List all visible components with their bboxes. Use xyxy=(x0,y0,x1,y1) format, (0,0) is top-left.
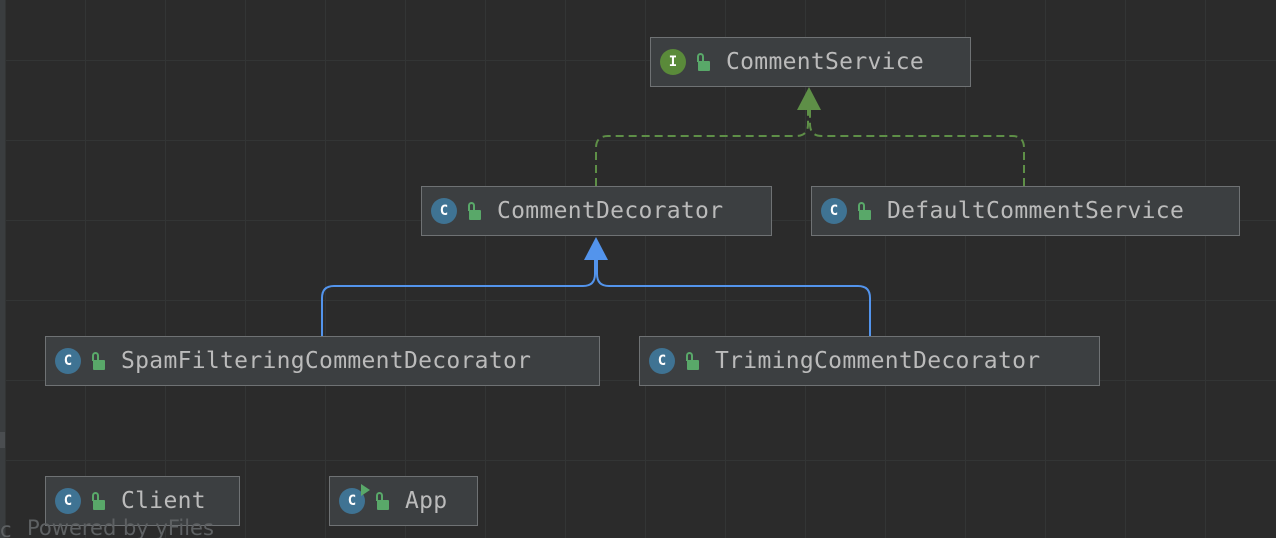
node-label: DefaultCommentService xyxy=(887,198,1185,224)
node-comment-service[interactable]: I CommentService xyxy=(650,37,971,87)
class-icon: C xyxy=(821,198,847,224)
node-label: App xyxy=(405,488,448,514)
node-label: Client xyxy=(121,488,206,514)
node-label: CommentDecorator xyxy=(497,198,724,224)
node-comment-decorator[interactable]: C CommentDecorator xyxy=(421,186,772,236)
implements-arrowhead xyxy=(797,87,821,110)
node-app[interactable]: C App xyxy=(329,476,478,526)
watermark-side-char: c xyxy=(0,518,12,538)
edge-default-comment-service-implements-comment-service xyxy=(809,110,1025,186)
diagram-canvas[interactable]: I CommentService C CommentDecorator C De… xyxy=(0,0,1276,538)
node-spam-filtering-comment-decorator[interactable]: C SpamFilteringCommentDecorator xyxy=(45,336,600,386)
run-badge-icon xyxy=(361,484,370,496)
public-lock-icon xyxy=(91,352,105,370)
powered-by-watermark: Powered by yFiles xyxy=(27,516,214,538)
class-icon: C xyxy=(431,198,457,224)
node-label: SpamFilteringCommentDecorator xyxy=(121,348,532,374)
class-icon: C xyxy=(55,488,81,514)
class-letter: C xyxy=(347,493,357,509)
public-lock-icon xyxy=(696,53,710,71)
public-lock-icon xyxy=(91,492,105,510)
node-label: CommentService xyxy=(726,49,925,75)
edge-triming-extends-comment-decorator xyxy=(596,260,871,336)
edge-spam-filtering-extends-comment-decorator xyxy=(321,260,596,336)
interface-icon: I xyxy=(660,49,686,75)
node-default-comment-service[interactable]: C DefaultCommentService xyxy=(811,186,1240,236)
runnable-class-icon: C xyxy=(339,484,370,514)
public-lock-icon xyxy=(467,202,481,220)
class-icon: C xyxy=(55,348,81,374)
edge-comment-decorator-implements-comment-service xyxy=(595,110,809,186)
public-lock-icon xyxy=(685,352,699,370)
public-lock-icon xyxy=(857,202,871,220)
node-triming-comment-decorator[interactable]: C TrimingCommentDecorator xyxy=(639,336,1100,386)
extends-arrowhead xyxy=(584,237,608,260)
public-lock-icon xyxy=(375,492,389,510)
class-icon: C xyxy=(649,348,675,374)
node-label: TrimingCommentDecorator xyxy=(715,348,1041,374)
edges-layer xyxy=(321,87,1025,336)
